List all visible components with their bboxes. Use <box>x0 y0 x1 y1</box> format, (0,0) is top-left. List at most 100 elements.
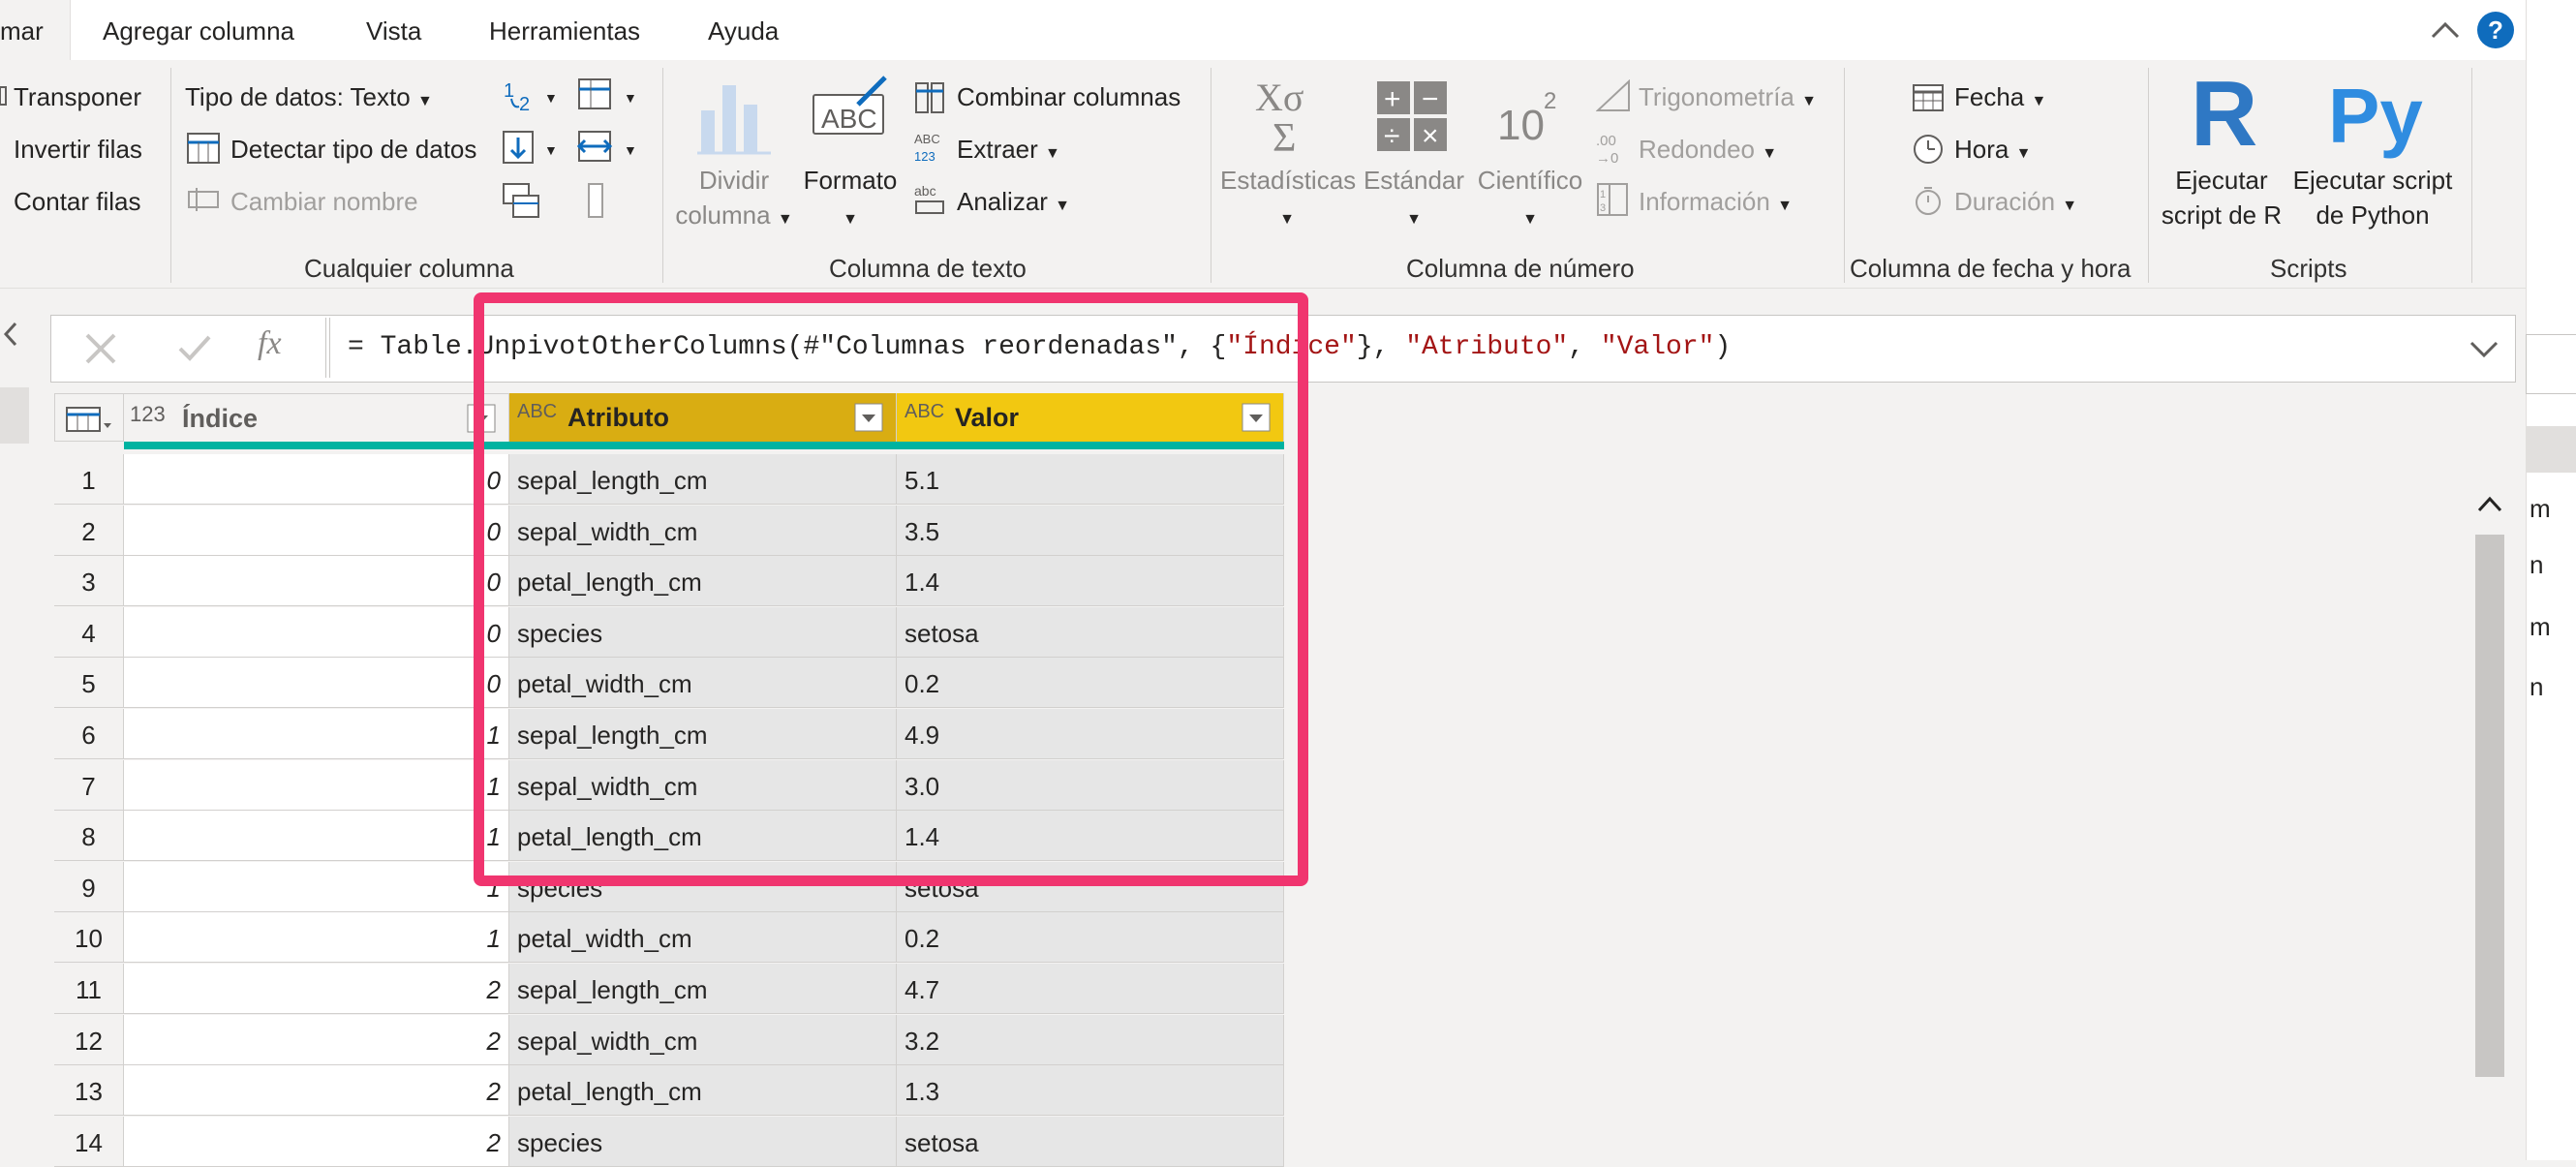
standard-icon: + −÷ × <box>1377 81 1447 152</box>
run-python-script-button[interactable]: Ejecutar script de Python <box>2289 163 2456 232</box>
convert-to-list-icon[interactable] <box>502 182 540 221</box>
row-number[interactable]: 5 <box>54 658 124 709</box>
svg-text:▼: ▼ <box>624 142 637 158</box>
cell-index[interactable]: 0 <box>124 505 509 556</box>
format-button[interactable]: Formato ▼ <box>794 163 906 237</box>
row-number[interactable]: 14 <box>54 1116 124 1167</box>
help-icon[interactable]: ? <box>2477 12 2514 48</box>
collapse-ribbon-icon[interactable] <box>2429 15 2462 43</box>
merge-columns-button[interactable]: Combinar columnas <box>957 82 1181 111</box>
detect-type-button[interactable]: Detectar tipo de datos <box>230 135 476 164</box>
parse-dropdown[interactable]: Analizar ▼ <box>957 187 1070 221</box>
tab-transform-label: mar <box>0 16 44 46</box>
calendar-icon <box>1913 84 1944 111</box>
row-number[interactable]: 6 <box>54 709 124 759</box>
chevron-down-icon: ▼ <box>1055 198 1071 214</box>
cell-attribute[interactable]: petal_length_cm <box>509 1065 897 1117</box>
data-type-dropdown[interactable]: Tipo de datos: Texto ▼ <box>185 82 433 116</box>
cell-value[interactable]: 4.7 <box>897 964 1284 1014</box>
cell-attribute[interactable]: petal_width_cm <box>509 912 897 964</box>
applied-step-fragment: m <box>2530 494 2551 524</box>
cell-value[interactable]: 1.3 <box>897 1065 1284 1117</box>
extract-dropdown[interactable]: Extraer ▼ <box>957 135 1060 169</box>
fill-down-icon[interactable]: ▼ <box>502 130 560 169</box>
cell-index[interactable]: 0 <box>124 606 509 658</box>
column-header-index[interactable]: 123 Índice <box>124 393 509 442</box>
row-number[interactable]: 1 <box>54 454 124 505</box>
scroll-up-button[interactable] <box>2475 489 2504 528</box>
split-column-button[interactable]: Dividir columna ▼ <box>674 163 794 237</box>
svg-text:2: 2 <box>519 94 530 115</box>
standard-button[interactable]: Estándar ▼ <box>1354 163 1474 237</box>
commit-check-icon[interactable] <box>176 331 215 366</box>
cell-value[interactable]: setosa <box>897 1116 1284 1167</box>
cell-index[interactable]: 2 <box>124 1014 509 1065</box>
table-menu-button[interactable] <box>54 393 124 442</box>
tab-add-column[interactable]: Agregar columna <box>103 0 294 60</box>
tab-transform[interactable]: mar <box>0 0 71 60</box>
python-script-icon: Py <box>2328 73 2423 159</box>
chevron-down-icon: ▼ <box>1777 198 1793 214</box>
table-row: 13 2 petal_length_cm 1.3 <box>54 1065 1284 1117</box>
replace-values-icon[interactable]: 12 ▼ <box>502 77 560 116</box>
tab-tools[interactable]: Herramientas <box>489 0 640 60</box>
whole-number-type-icon[interactable]: 123 <box>130 402 166 427</box>
cell-attribute[interactable]: species <box>509 1116 897 1167</box>
tab-help-label: Ayuda <box>708 16 780 46</box>
time-dropdown[interactable]: Hora ▼ <box>1954 135 2031 169</box>
cell-index[interactable]: 0 <box>124 556 509 607</box>
tab-view-label: Vista <box>366 16 422 46</box>
tab-view[interactable]: Vista <box>366 0 421 60</box>
move-column-icon[interactable]: ▼ <box>577 130 641 169</box>
cell-index[interactable]: 1 <box>124 912 509 964</box>
cell-index[interactable]: 2 <box>124 1116 509 1167</box>
cell-index[interactable]: 1 <box>124 811 509 862</box>
cell-index[interactable]: 2 <box>124 1065 509 1117</box>
count-rows-button[interactable]: Contar filas <box>14 187 141 216</box>
query-settings-search[interactable] <box>2526 334 2576 394</box>
row-number[interactable]: 7 <box>54 759 124 811</box>
cell-index[interactable]: 2 <box>124 964 509 1014</box>
row-number[interactable]: 12 <box>54 1014 124 1065</box>
row-number[interactable]: 9 <box>54 861 124 912</box>
row-number[interactable]: 10 <box>54 912 124 964</box>
cell-value[interactable]: 0.2 <box>897 912 1284 964</box>
expand-formula-icon[interactable] <box>2468 337 2500 360</box>
row-number[interactable]: 4 <box>54 606 124 658</box>
row-number[interactable]: 8 <box>54 811 124 862</box>
cell-attribute[interactable]: sepal_length_cm <box>509 964 897 1014</box>
fx-icon[interactable]: fx <box>258 325 282 362</box>
duration-dropdown[interactable]: Duración ▼ <box>1954 187 2077 221</box>
row-number[interactable]: 11 <box>54 964 124 1014</box>
cell-attribute[interactable]: sepal_width_cm <box>509 1014 897 1065</box>
column-icon[interactable] <box>587 182 606 221</box>
formula-part-3: }, <box>1356 332 1406 362</box>
statistics-button[interactable]: Estadísticas ▼ <box>1220 163 1356 237</box>
reverse-rows-button[interactable]: Invertir filas <box>14 135 142 164</box>
rename-button[interactable]: Cambiar nombre <box>230 187 418 216</box>
pivot-column-icon[interactable]: ▼ <box>577 77 641 116</box>
rounding-icon: .00→0 <box>1596 133 1618 165</box>
cell-index[interactable]: 1 <box>124 759 509 811</box>
vertical-scrollbar-thumb[interactable] <box>2475 535 2504 1077</box>
information-dropdown[interactable]: Información ▼ <box>1639 187 1793 221</box>
row-number[interactable]: 3 <box>54 556 124 607</box>
tab-help[interactable]: Ayuda <box>708 0 779 60</box>
cell-index[interactable]: 1 <box>124 861 509 912</box>
cell-index[interactable]: 0 <box>124 454 509 505</box>
row-number[interactable]: 13 <box>54 1065 124 1117</box>
cell-value[interactable]: 3.2 <box>897 1014 1284 1065</box>
applied-step-selected[interactable] <box>2526 426 2576 473</box>
cell-index[interactable]: 0 <box>124 658 509 709</box>
collapse-queries-pane-icon[interactable] <box>0 320 21 349</box>
run-r-script-button[interactable]: Ejecutar script de R <box>2152 163 2291 232</box>
cell-index[interactable]: 1 <box>124 709 509 759</box>
transpose-button[interactable]: Transponer <box>14 82 141 111</box>
row-number[interactable]: 2 <box>54 505 124 556</box>
scientific-button[interactable]: Científico ▼ <box>1470 163 1590 237</box>
formula-string-attribute: "Atributo" <box>1405 332 1569 362</box>
rounding-dropdown[interactable]: Redondeo ▼ <box>1639 135 1777 169</box>
date-dropdown[interactable]: Fecha ▼ <box>1954 82 2046 116</box>
trigonometry-dropdown[interactable]: Trigonometría ▼ <box>1639 82 1817 116</box>
cancel-icon[interactable] <box>81 329 120 368</box>
